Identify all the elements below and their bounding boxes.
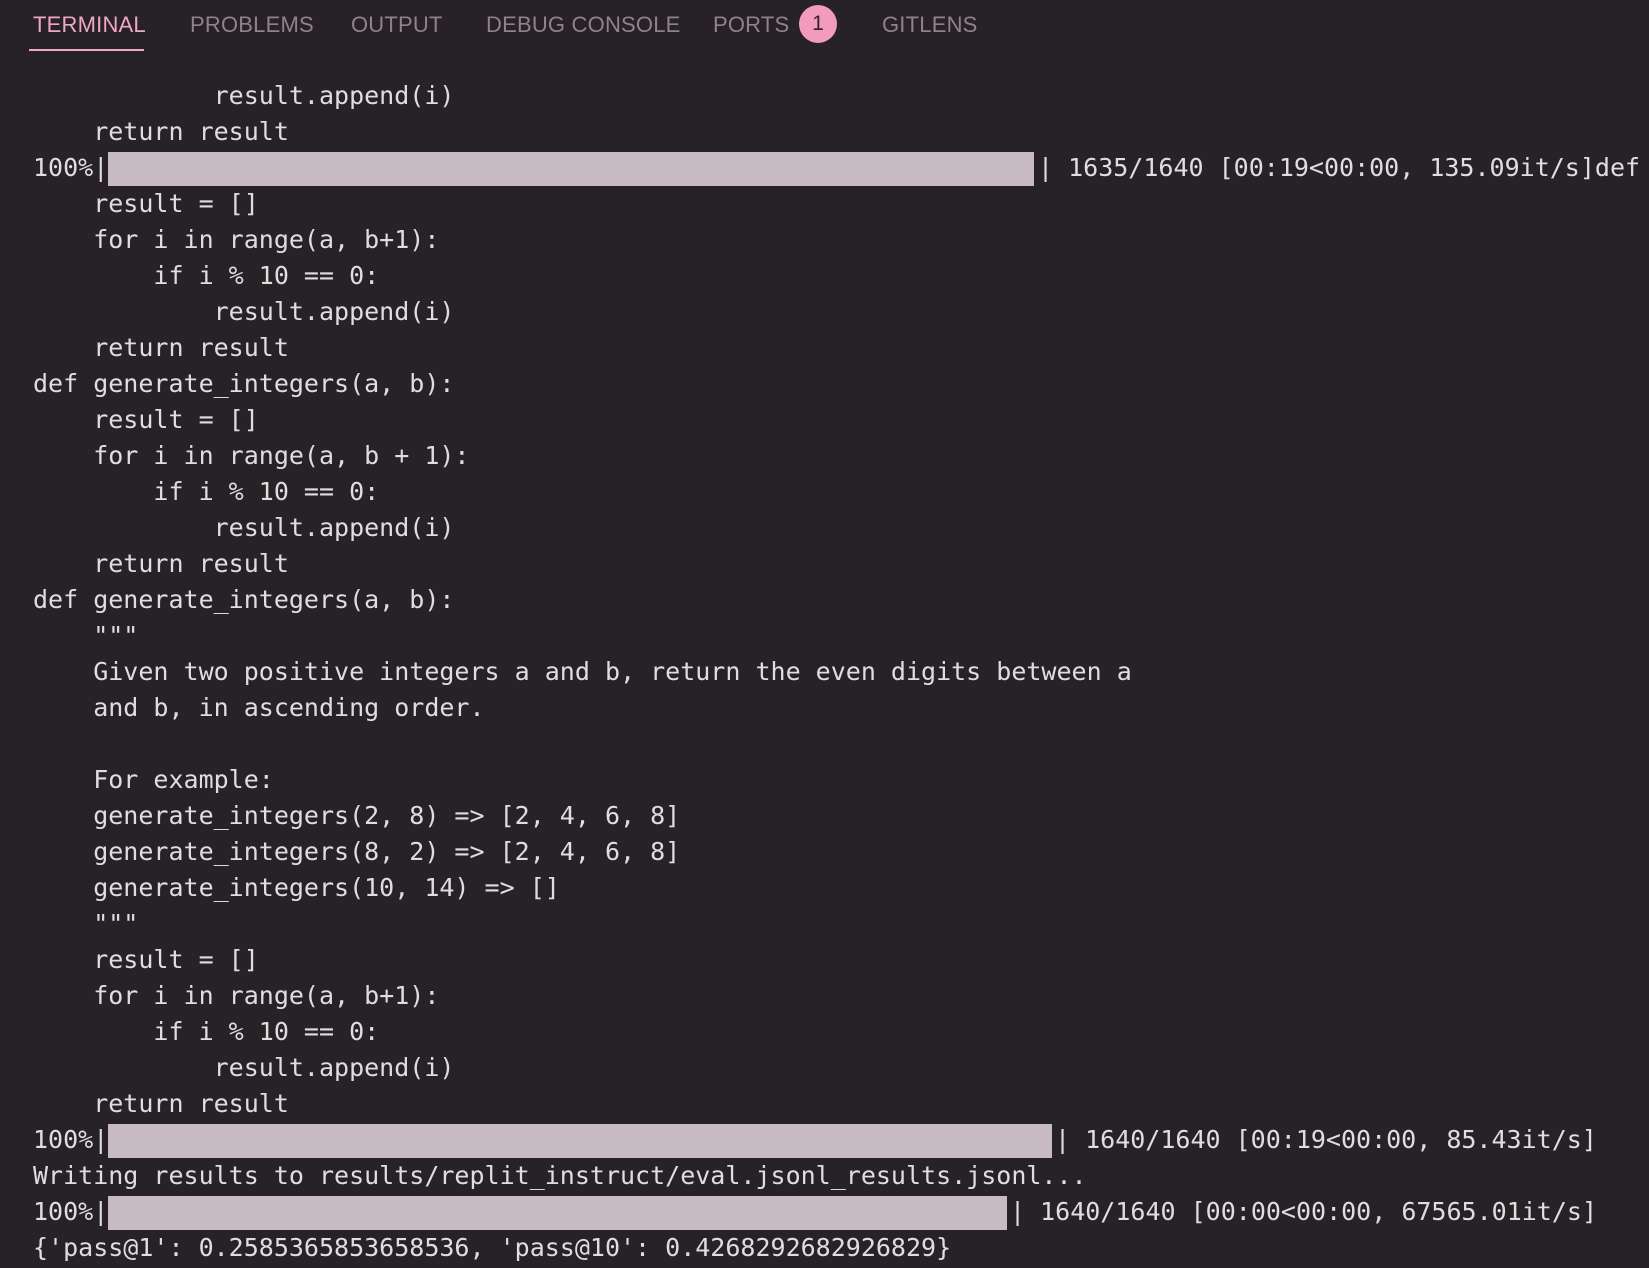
progress-bar — [108, 152, 1034, 186]
terminal-line: return result — [33, 117, 289, 146]
terminal-line: if i % 10 == 0: — [33, 1017, 380, 1046]
terminal-line: result.append(i) — [33, 1053, 455, 1082]
progress-stats: | 1635/1640 [00:19<00:00, 135.09it/s]def — [1038, 153, 1641, 182]
progress-line: 100%| | 1640/1640 [00:19<00:00, 85.43it/… — [33, 1122, 1597, 1158]
terminal-line: for i in range(a, b + 1): — [33, 441, 470, 470]
ports-count-badge: 1 — [799, 5, 837, 43]
terminal-line: For example: — [33, 765, 274, 794]
progress-line: 100%| | 1640/1640 [00:00<00:00, 67565.01… — [33, 1194, 1597, 1230]
terminal-output[interactable]: result.append(i) return result 100%| | 1… — [0, 60, 1649, 1268]
terminal-line: result = [] — [33, 945, 259, 974]
terminal-line: result.append(i) — [33, 513, 455, 542]
terminal-line: """ — [33, 909, 139, 938]
terminal-line: return result — [33, 549, 289, 578]
terminal-line: and b, in ascending order. — [33, 693, 485, 722]
tab-gitlens[interactable]: GITLENS — [882, 10, 978, 40]
progress-bar — [108, 1124, 1052, 1158]
terminal-line: generate_integers(10, 14) => [] — [33, 873, 560, 902]
terminal-line: Writing results to results/replit_instru… — [33, 1161, 1087, 1190]
terminal-line: generate_integers(8, 2) => [2, 4, 6, 8] — [33, 837, 681, 866]
progress-stats: | 1640/1640 [00:00<00:00, 67565.01it/s] — [1010, 1197, 1597, 1226]
terminal-line: {'pass@1': 0.2585365853658536, 'pass@10'… — [33, 1233, 952, 1262]
terminal-line: generate_integers(2, 8) => [2, 4, 6, 8] — [33, 801, 681, 830]
terminal-line: if i % 10 == 0: — [33, 477, 380, 506]
tab-output[interactable]: OUTPUT — [351, 10, 443, 40]
terminal-line: def generate_integers(a, b): — [33, 369, 455, 398]
terminal-line: if i % 10 == 0: — [33, 261, 380, 290]
terminal-line: for i in range(a, b+1): — [33, 981, 440, 1010]
terminal-line: result = [] — [33, 189, 259, 218]
terminal-line: return result — [33, 333, 289, 362]
terminal-line: """ — [33, 621, 139, 650]
progress-stats: | 1640/1640 [00:19<00:00, 85.43it/s] — [1055, 1125, 1597, 1154]
terminal-line: result = [] — [33, 405, 259, 434]
tab-terminal[interactable]: TERMINAL — [33, 10, 146, 40]
terminal-line: result.append(i) — [33, 81, 455, 110]
terminal-line: result.append(i) — [33, 297, 455, 326]
progress-bar — [108, 1196, 1007, 1230]
terminal-line: Given two positive integers a and b, ret… — [33, 657, 1132, 686]
active-tab-indicator — [29, 49, 144, 51]
panel-tab-bar: TERMINAL PROBLEMS OUTPUT DEBUG CONSOLE P… — [0, 0, 1649, 56]
terminal-line: return result — [33, 1089, 289, 1118]
progress-line: 100%| | 1635/1640 [00:19<00:00, 135.09it… — [33, 150, 1640, 186]
progress-percent: 100%| — [33, 153, 109, 182]
tab-ports[interactable]: PORTS — [713, 10, 789, 40]
progress-percent: 100%| — [33, 1125, 109, 1154]
terminal-line: def generate_integers(a, b): — [33, 585, 455, 614]
terminal-line: for i in range(a, b+1): — [33, 225, 440, 254]
progress-percent: 100%| — [33, 1197, 109, 1226]
tab-debug-console[interactable]: DEBUG CONSOLE — [486, 10, 681, 40]
tab-problems[interactable]: PROBLEMS — [190, 10, 314, 40]
